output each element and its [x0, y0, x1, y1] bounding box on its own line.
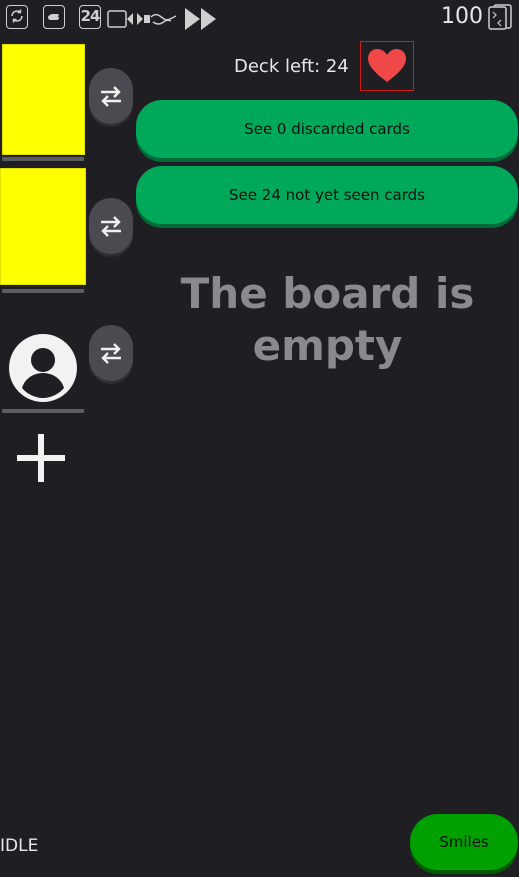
- score-value: 100: [441, 4, 483, 29]
- see-discarded-button[interactable]: See 0 discarded cards: [136, 100, 518, 158]
- heart-icon: [368, 49, 406, 82]
- see-unseen-button[interactable]: See 24 not yet seen cards: [136, 166, 518, 224]
- player-divider: [2, 157, 84, 161]
- player-card-1[interactable]: [2, 44, 85, 155]
- deck-left-label: Deck left: 24: [234, 56, 349, 77]
- swap-arrows-icon: [101, 86, 121, 107]
- board-empty-message: The board is empty: [180, 269, 475, 370]
- fast-forward-icon[interactable]: [184, 4, 218, 30]
- trump-suit-button[interactable]: [360, 41, 414, 91]
- card-count-icon[interactable]: 24: [79, 5, 101, 29]
- deck-icon[interactable]: [487, 4, 513, 30]
- person-icon[interactable]: [8, 333, 78, 403]
- plus-icon[interactable]: [15, 432, 67, 484]
- swap-button-2[interactable]: [89, 198, 133, 254]
- swap-button-3[interactable]: [89, 325, 133, 381]
- player-divider: [2, 289, 84, 293]
- smiles-button[interactable]: Smiles: [410, 814, 518, 870]
- player-card-2[interactable]: [0, 168, 86, 285]
- swap-button-1[interactable]: [89, 68, 133, 124]
- player-divider: [2, 409, 84, 413]
- status-text: IDLE: [0, 836, 39, 856]
- transfer-icon[interactable]: [107, 5, 179, 29]
- refresh-icon[interactable]: [6, 5, 28, 29]
- swap-arrows-icon: [101, 343, 121, 364]
- top-bar: 24 100: [0, 0, 519, 36]
- hand-icon[interactable]: [43, 5, 65, 29]
- swap-arrows-icon: [101, 216, 121, 237]
